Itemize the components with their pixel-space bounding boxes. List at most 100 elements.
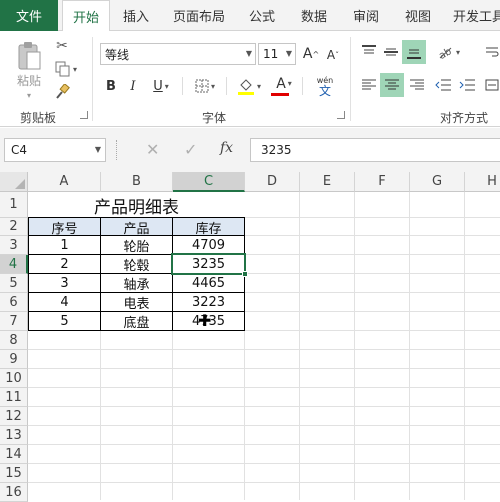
row-header-1[interactable]: 1 <box>0 192 28 218</box>
row-header-16[interactable]: 16 <box>0 483 28 502</box>
paste-dropdown-icon[interactable]: ▾ <box>20 89 38 101</box>
tab-data[interactable]: 数据 <box>290 0 338 31</box>
insert-function-icon[interactable]: fx <box>220 140 233 156</box>
table-cell[interactable]: 电表 <box>101 293 172 312</box>
table-cell[interactable]: 3223 <box>173 293 244 312</box>
formula-input[interactable]: 3235 <box>250 138 500 162</box>
table-cell[interactable]: 4465 <box>173 274 244 293</box>
tab-review[interactable]: 审阅 <box>342 0 390 31</box>
gridline <box>28 425 500 426</box>
row-header-9[interactable]: 9 <box>0 350 28 369</box>
format-painter-icon[interactable] <box>52 83 72 101</box>
tab-file[interactable]: 文件 <box>0 0 58 31</box>
table-title-cell[interactable]: 产品明细表 <box>28 192 245 218</box>
clipboard-launcher-icon[interactable] <box>80 111 88 119</box>
gridline <box>28 444 500 445</box>
merge-center-icon[interactable] <box>484 74 500 96</box>
increase-indent-icon[interactable] <box>456 74 478 96</box>
top-align-icon[interactable] <box>358 41 380 63</box>
fill-handle[interactable] <box>242 271 248 277</box>
tab-view[interactable]: 视图 <box>394 0 442 31</box>
row-header-11[interactable]: 11 <box>0 388 28 407</box>
gridline <box>299 192 300 500</box>
enter-check-icon[interactable]: ✓ <box>184 140 197 159</box>
wrap-text-icon[interactable] <box>484 41 500 63</box>
ribbon: 粘贴 ▾ ✂ ▾ 剪贴板 等线 ▼ 11 ▼ A ^ Aˇ B I U ▾ ▾ ▾ A ▾… <box>0 31 500 127</box>
row-header-12[interactable]: 12 <box>0 407 28 426</box>
table-header-cell[interactable]: 库存 <box>173 218 244 237</box>
orientation-icon[interactable]: ab▾ <box>430 41 466 63</box>
increase-font-size-button[interactable]: A ^ <box>302 44 320 64</box>
borders-button[interactable]: ▾ <box>188 75 222 97</box>
paste-icon[interactable] <box>14 39 44 75</box>
row-header-13[interactable]: 13 <box>0 426 28 445</box>
cancel-icon[interactable]: ✕ <box>146 140 159 159</box>
column-header-e[interactable]: E <box>300 172 355 192</box>
table-border <box>28 217 29 331</box>
tab-page-layout[interactable]: 页面布局 <box>164 0 234 31</box>
row-header-14[interactable]: 14 <box>0 445 28 464</box>
table-cell[interactable]: 轮胎 <box>101 236 172 255</box>
table-cell[interactable]: 1 <box>29 236 100 255</box>
column-header-a[interactable]: A <box>28 172 101 192</box>
gridline <box>28 387 500 388</box>
column-header-h[interactable]: H <box>465 172 500 192</box>
group-divider <box>92 37 93 121</box>
font-launcher-icon[interactable] <box>337 111 345 119</box>
name-box[interactable]: C4 ▼ <box>4 138 106 162</box>
table-cell[interactable]: 3 <box>29 274 100 293</box>
copy-icon[interactable]: ▾ <box>52 60 80 78</box>
underline-button[interactable]: U ▾ <box>146 75 176 97</box>
row-header-15[interactable]: 15 <box>0 464 28 483</box>
fill-color-button[interactable]: ▾ <box>232 74 266 98</box>
bottom-align-icon[interactable] <box>402 40 426 64</box>
table-cell[interactable]: 底盘 <box>101 312 172 331</box>
table-header-cell[interactable]: 产品 <box>101 218 172 237</box>
bold-button[interactable]: B <box>102 75 120 97</box>
table-border <box>28 330 245 331</box>
row-header-4[interactable]: 4 <box>0 255 28 274</box>
paste-button[interactable]: 粘贴 <box>14 71 44 89</box>
column-header-f[interactable]: F <box>355 172 410 192</box>
tab-home[interactable]: 开始 <box>62 0 110 32</box>
cut-icon[interactable]: ✂ <box>52 37 72 55</box>
phonetic-guide-button[interactable]: wén 文 <box>308 73 342 99</box>
row-header-10[interactable]: 10 <box>0 369 28 388</box>
select-all-button[interactable] <box>0 172 28 192</box>
middle-align-icon[interactable] <box>380 41 402 63</box>
table-border <box>28 311 245 312</box>
font-size-select[interactable]: 11 ▼ <box>258 43 296 65</box>
gridline <box>28 463 500 464</box>
table-header-cell[interactable]: 序号 <box>29 218 100 237</box>
table-cell[interactable]: 2 <box>29 255 100 274</box>
row-header-5[interactable]: 5 <box>0 274 28 293</box>
column-header-c[interactable]: C <box>173 172 245 192</box>
table-cell[interactable]: 轮毂 <box>101 255 172 274</box>
font-color-button[interactable]: A ▾ <box>268 74 300 98</box>
tab-formulas[interactable]: 公式 <box>238 0 286 31</box>
row-header-6[interactable]: 6 <box>0 293 28 312</box>
tab-developer[interactable]: 开发工具 <box>446 0 500 31</box>
worksheet-grid[interactable]: A B C D E F G H 1 2 3 4 5 6 7 8 9 10 11 … <box>0 172 500 502</box>
table-cell[interactable]: 轴承 <box>101 274 172 293</box>
decrease-indent-icon[interactable] <box>432 74 454 96</box>
italic-button[interactable]: I <box>124 75 142 97</box>
column-header-b[interactable]: B <box>101 172 173 192</box>
table-cell[interactable]: 4 <box>29 293 100 312</box>
alignment-group-label: 对齐方式 <box>440 111 489 125</box>
formula-bar-grip[interactable] <box>116 140 118 160</box>
decrease-font-size-button[interactable]: Aˇ <box>324 46 342 64</box>
align-center-icon[interactable] <box>380 73 404 97</box>
row-header-7[interactable]: 7 <box>0 312 28 331</box>
column-header-g[interactable]: G <box>410 172 465 192</box>
row-header-8[interactable]: 8 <box>0 331 28 350</box>
row-header-3[interactable]: 3 <box>0 236 28 255</box>
row-header-2[interactable]: 2 <box>0 218 28 236</box>
divider <box>302 77 303 95</box>
font-name-select[interactable]: 等线 ▼ <box>100 43 256 65</box>
column-header-d[interactable]: D <box>245 172 300 192</box>
table-cell[interactable]: 5 <box>29 312 100 331</box>
align-right-icon[interactable] <box>406 74 428 96</box>
align-left-icon[interactable] <box>358 74 380 96</box>
tab-insert[interactable]: 插入 <box>112 0 160 31</box>
